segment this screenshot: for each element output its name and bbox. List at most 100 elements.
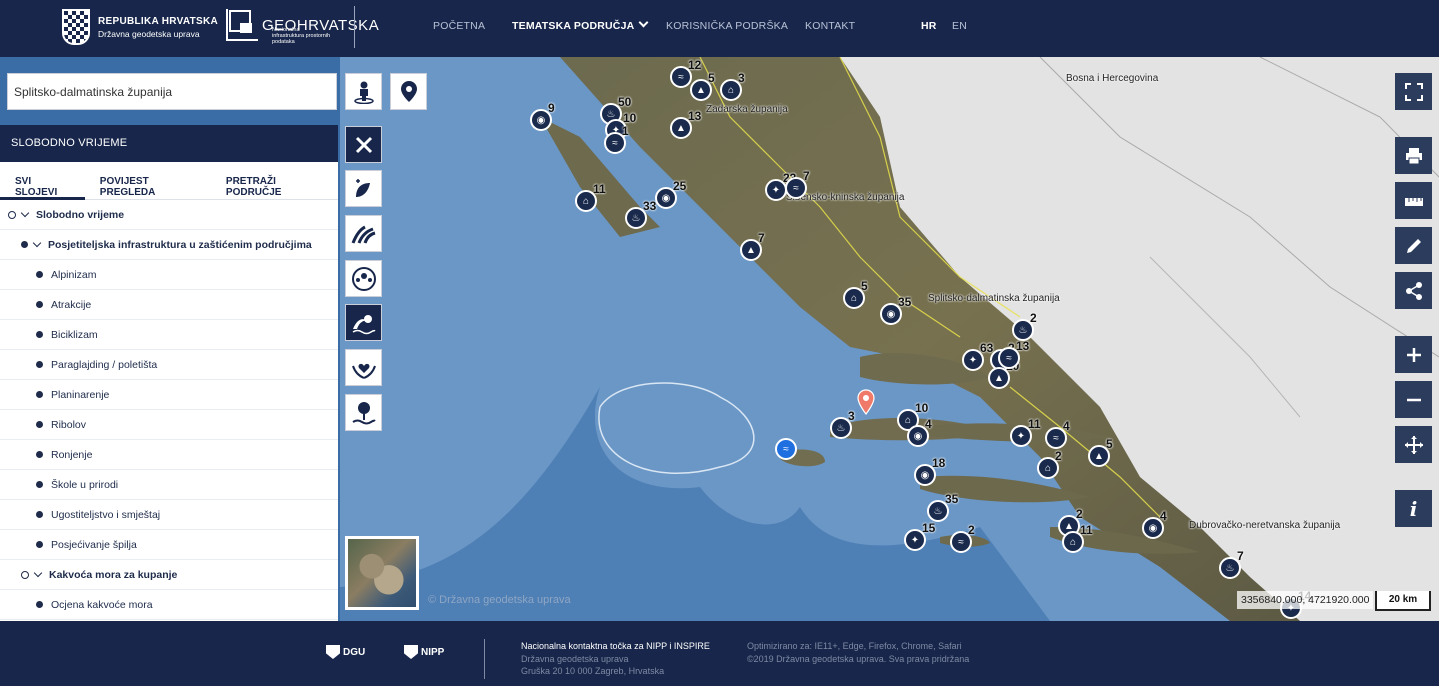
theme-agriculture-button[interactable]	[345, 215, 382, 252]
map-cluster-count: 33	[643, 199, 657, 213]
plus-icon	[1406, 347, 1421, 362]
map-cluster-count: 50	[618, 95, 632, 109]
map-cluster-count: 15	[922, 521, 936, 535]
person-icon	[353, 81, 374, 104]
zoom-in-button[interactable]	[1395, 336, 1432, 373]
rh-logo-link[interactable]: REPUBLIKA HRVATSKA Državna geodetska upr…	[62, 9, 218, 45]
nipp-label: NIPP	[421, 646, 445, 658]
nav-korisnicka-podrska[interactable]: KORISNIČKA PODRŠKA	[666, 20, 788, 32]
map-cluster-count: 11	[593, 182, 606, 196]
layer-tree-item[interactable]: Biciklizam	[0, 320, 338, 350]
tab-povijest-pregleda[interactable]: POVIJEST PREGLEDA	[85, 162, 211, 200]
map-label-splitsko: Splitsko-dalmatinska županija	[928, 293, 1060, 304]
theme-environment-button[interactable]	[345, 394, 382, 431]
draw-button[interactable]	[1395, 227, 1432, 264]
layer-tree-label: Kakvoća mora za kupanje	[49, 568, 178, 581]
map-label-zadarska: Zadarska županija	[706, 104, 788, 115]
layer-dot-icon[interactable]	[36, 271, 43, 278]
layer-tree-item[interactable]: Paraglajding / poletišta	[0, 350, 338, 380]
zoom-out-button[interactable]	[1395, 381, 1432, 418]
layer-tree-item[interactable]: Planinarenje	[0, 380, 338, 410]
info-button[interactable]: i	[1395, 490, 1432, 527]
footer-divider	[484, 639, 485, 679]
printer-icon	[1405, 147, 1422, 164]
tab-pretrazi-podrucje[interactable]: PRETRAŽI PODRUČJE	[211, 162, 338, 200]
info-icon: i	[1409, 496, 1418, 521]
layer-dot-icon[interactable]	[36, 481, 43, 488]
map-label-dubrovacko: Dubrovačko-neretvanska županija	[1189, 520, 1341, 531]
layer-tree-item[interactable]: Škole u prirodi	[0, 470, 338, 500]
chevron-down-icon[interactable]	[33, 568, 43, 578]
layer-tree-item[interactable]: Ugostiteljstvo i smještaj	[0, 500, 338, 530]
layer-dot-icon[interactable]	[36, 361, 43, 368]
layer-tree-item[interactable]: Atrakcije	[0, 290, 338, 320]
ruler-icon	[1404, 197, 1423, 206]
map-cluster-count: 25	[673, 179, 687, 193]
layer-tree-item[interactable]: Slobodno vrijeme	[0, 200, 338, 230]
theme-leisure-button[interactable]	[345, 304, 382, 341]
theme-society-button[interactable]	[345, 260, 382, 297]
layer-dot-icon[interactable]	[21, 241, 28, 248]
nav-tematska-podrucja[interactable]: TEMATSKA PODRUČJA	[512, 17, 649, 32]
tab-svi-slojevi[interactable]: SVI SLOJEVI	[0, 162, 85, 200]
nipp-logo[interactable]: NIPP	[404, 645, 444, 659]
map-cluster-count: 9	[548, 101, 555, 115]
map-label-bih: Bosna i Hercegovina	[1066, 73, 1159, 84]
radio-ring-icon[interactable]	[21, 570, 29, 579]
layer-dot-icon[interactable]	[36, 451, 43, 458]
geohrvatska-logo-link[interactable]: GEOHRVATSKA Nacionalna infrastruktura pr…	[226, 9, 379, 45]
street-view-button[interactable]	[345, 73, 382, 110]
coat-of-arms-icon	[62, 9, 90, 45]
layer-tree-item[interactable]: Kakvoća mora za kupanje	[0, 560, 338, 590]
chevron-down-icon[interactable]	[20, 208, 30, 218]
fullscreen-button[interactable]	[1395, 73, 1432, 110]
layer-dot-icon[interactable]	[36, 301, 43, 308]
print-button[interactable]	[1395, 137, 1432, 174]
layer-tree-item[interactable]: Ribolov	[0, 410, 338, 440]
measure-button[interactable]	[1395, 182, 1432, 219]
map-cluster-count: 10	[623, 111, 637, 125]
footer-contact-address: Gruška 20 10 000 Zagreb, Hrvatska	[521, 666, 665, 676]
nipp-shield-icon	[404, 645, 418, 659]
footer: DGU NIPP Nacionalna kontaktna točka za N…	[0, 621, 1439, 686]
nav-pocetna[interactable]: POČETNA	[433, 20, 485, 32]
selected-water-marker[interactable]: ≈	[775, 438, 797, 460]
layer-dot-icon[interactable]	[36, 421, 43, 428]
map-cluster-count: 3	[848, 409, 855, 423]
chevron-down-icon[interactable]	[32, 238, 42, 248]
map-cluster-count: 35	[945, 492, 959, 506]
layer-tree-label: Biciklizam	[51, 328, 98, 341]
layer-tree-item[interactable]: Alpinizam	[0, 260, 338, 290]
tree-water-icon	[351, 401, 376, 424]
theme-nature-button[interactable]	[345, 170, 382, 207]
layer-dot-icon[interactable]	[36, 541, 43, 548]
layer-tree-item[interactable]: Posjetiteljska infrastruktura u zaštićen…	[0, 230, 338, 260]
nav-kontakt[interactable]: KONTAKT	[805, 20, 855, 32]
brand-rh-line2: Državna geodetska uprava	[98, 28, 200, 39]
dgu-logo[interactable]: DGU	[326, 645, 365, 659]
layer-tree-item[interactable]: Ronjenje	[0, 440, 338, 470]
layer-tree-item[interactable]: Ocjena kakvoće mora	[0, 590, 338, 620]
pan-button[interactable]	[1395, 426, 1432, 463]
layer-dot-icon[interactable]	[36, 601, 43, 608]
footer-copyright: ©2019 Državna geodetska uprava. Sva prav…	[747, 653, 970, 664]
radio-ring-icon[interactable]	[8, 210, 16, 219]
basemap-switcher-thumbnail[interactable]	[345, 536, 419, 610]
map-cluster-count: 7	[803, 169, 810, 183]
layer-tree-item[interactable]: Posjećivanje špilja	[0, 530, 338, 560]
lang-hr[interactable]: HR	[921, 20, 937, 32]
footer-contact-title: Nacionalna kontaktna točka za NIPP i INS…	[521, 641, 710, 651]
share-button[interactable]	[1395, 272, 1432, 309]
map-cluster-count: 10	[915, 401, 929, 415]
search-input[interactable]	[7, 73, 337, 110]
location-pin-icon[interactable]	[857, 389, 875, 415]
map-cluster-count: 4	[925, 417, 932, 431]
locate-button[interactable]	[390, 73, 427, 110]
layer-dot-icon[interactable]	[36, 511, 43, 518]
layer-dot-icon[interactable]	[36, 391, 43, 398]
close-panel-button[interactable]	[345, 126, 382, 163]
layer-dot-icon[interactable]	[36, 331, 43, 338]
lang-en[interactable]: EN	[952, 20, 967, 32]
map-copyright: © Državna geodetska uprava	[428, 594, 571, 606]
theme-protection-button[interactable]	[345, 349, 382, 386]
